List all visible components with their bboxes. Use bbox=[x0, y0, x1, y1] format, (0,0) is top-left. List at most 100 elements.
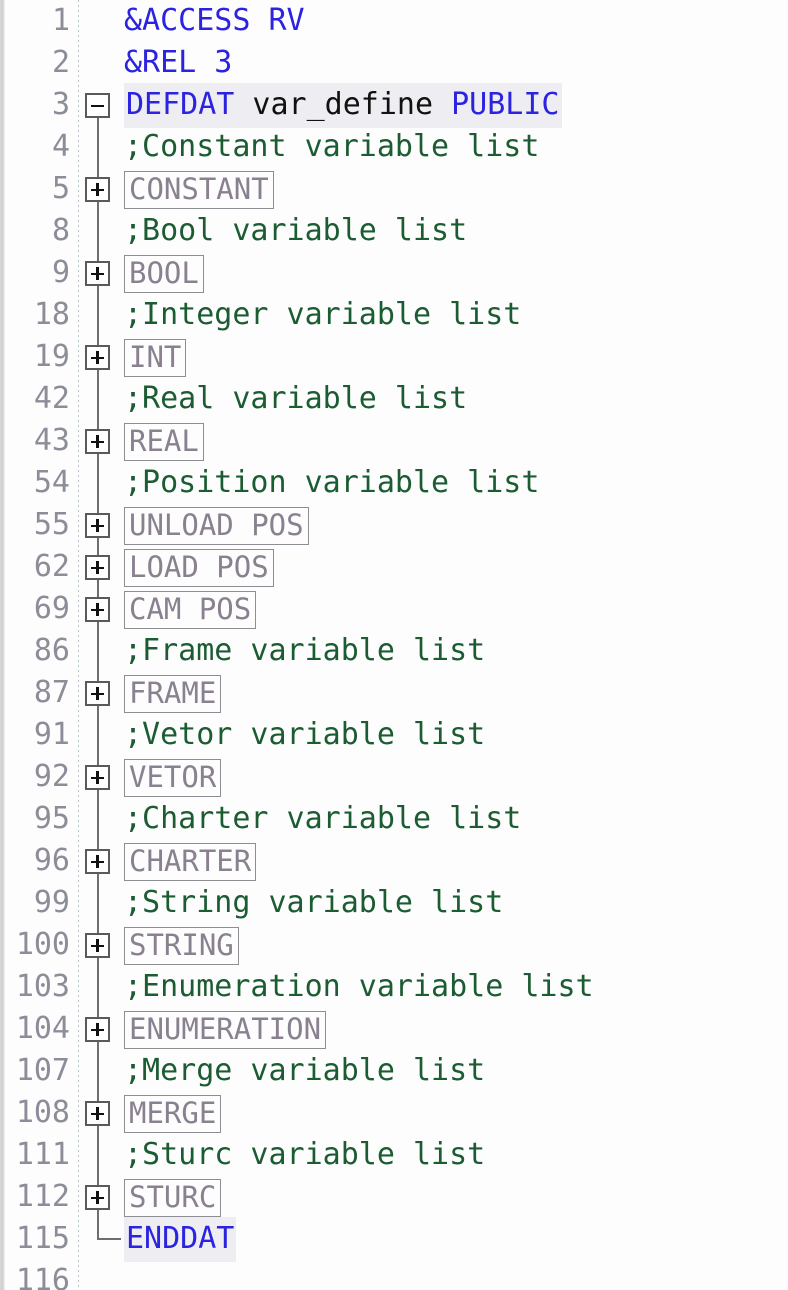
fold-expand-icon[interactable] bbox=[85, 597, 110, 622]
code-line-content[interactable]: MERGE bbox=[124, 1092, 788, 1134]
fold-expand-icon[interactable] bbox=[85, 681, 110, 706]
collapsed-region-label[interactable]: STURC bbox=[124, 1178, 222, 1217]
code-line[interactable]: 55 UNLOAD POS bbox=[0, 504, 788, 546]
code-line[interactable]: 96 CHARTER bbox=[0, 840, 788, 882]
code-line-content[interactable] bbox=[124, 1260, 788, 1290]
code-line[interactable]: 1 &ACCESS RV bbox=[0, 0, 788, 42]
code-line[interactable]: 91 ;Vetor variable list bbox=[0, 714, 788, 756]
code-line[interactable]: 92 VETOR bbox=[0, 756, 788, 798]
code-line-content[interactable]: ;Position variable list bbox=[124, 462, 788, 504]
line-number: 1 bbox=[51, 3, 70, 38]
collapsed-region-label[interactable]: FRAME bbox=[124, 674, 222, 713]
collapsed-region-label[interactable]: BOOL bbox=[124, 254, 204, 293]
collapsed-region-label[interactable]: CHARTER bbox=[124, 842, 257, 881]
code-line-content[interactable]: REAL bbox=[124, 420, 788, 462]
code-editor[interactable]: 1 &ACCESS RV 2 &REL 3 3 DEFDAT var_define PUB… bbox=[0, 0, 788, 1290]
fold-guide-elbow bbox=[97, 1238, 121, 1240]
code-line-content[interactable]: UNLOAD POS bbox=[124, 504, 788, 546]
code-line-content[interactable]: ;Enumeration variable list bbox=[124, 966, 788, 1008]
collapsed-region-label[interactable]: INT bbox=[124, 338, 187, 377]
code-line[interactable]: 107 ;Merge variable list bbox=[0, 1050, 788, 1092]
code-line[interactable]: 103 ;Enumeration variable list bbox=[0, 966, 788, 1008]
collapsed-region-label[interactable]: UNLOAD POS bbox=[124, 506, 309, 545]
code-line[interactable]: 115 ENDDAT bbox=[0, 1216, 788, 1262]
collapsed-region-label[interactable]: CONSTANT bbox=[124, 170, 274, 209]
code-line[interactable]: 116 bbox=[0, 1260, 788, 1290]
code-line[interactable]: 100 STRING bbox=[0, 924, 788, 966]
collapsed-region-label[interactable]: STRING bbox=[124, 926, 239, 965]
line-number: 2 bbox=[51, 45, 70, 80]
code-line-content[interactable]: &REL 3 bbox=[124, 42, 788, 84]
code-line[interactable]: 5 CONSTANT bbox=[0, 168, 788, 210]
code-line[interactable]: 108 MERGE bbox=[0, 1092, 788, 1134]
code-line-content[interactable]: ENUMERATION bbox=[124, 1008, 788, 1050]
collapsed-region-label[interactable]: MERGE bbox=[124, 1094, 222, 1133]
code-line[interactable]: 3 DEFDAT var_define PUBLIC bbox=[0, 82, 788, 128]
code-line-content[interactable]: &ACCESS RV bbox=[124, 0, 788, 42]
statement: ;Merge variable list bbox=[124, 1050, 485, 1092]
code-line[interactable]: 9 BOOL bbox=[0, 252, 788, 294]
code-line-content[interactable]: ;Sturc variable list bbox=[124, 1134, 788, 1176]
code-line-content[interactable]: ;Vetor variable list bbox=[124, 714, 788, 756]
fold-expand-icon[interactable] bbox=[85, 765, 110, 790]
collapsed-region-label[interactable]: ENUMERATION bbox=[124, 1010, 327, 1049]
code-line-content[interactable]: VETOR bbox=[124, 756, 788, 798]
fold-expand-icon[interactable] bbox=[85, 849, 110, 874]
code-line-content[interactable]: CONSTANT bbox=[124, 168, 788, 210]
fold-expand-icon[interactable] bbox=[85, 933, 110, 958]
collapsed-region-label[interactable]: CAM POS bbox=[124, 590, 257, 629]
code-line[interactable]: 4 ;Constant variable list bbox=[0, 126, 788, 168]
code-line-content[interactable]: ;Real variable list bbox=[124, 378, 788, 420]
fold-expand-icon[interactable] bbox=[85, 177, 110, 202]
code-line[interactable]: 42 ;Real variable list bbox=[0, 378, 788, 420]
token-comment: ;Real variable list bbox=[124, 381, 468, 416]
code-line[interactable]: 95 ;Charter variable list bbox=[0, 798, 788, 840]
code-line[interactable]: 86 ;Frame variable list bbox=[0, 630, 788, 672]
fold-collapse-icon[interactable] bbox=[85, 93, 110, 118]
code-line-content[interactable]: ;Integer variable list bbox=[124, 294, 788, 336]
code-line[interactable]: 111 ;Sturc variable list bbox=[0, 1134, 788, 1176]
code-line[interactable]: 112 STURC bbox=[0, 1176, 788, 1218]
code-line[interactable]: 43 REAL bbox=[0, 420, 788, 462]
code-line-content[interactable]: BOOL bbox=[124, 252, 788, 294]
code-line[interactable]: 99 ;String variable list bbox=[0, 882, 788, 924]
fold-expand-icon[interactable] bbox=[85, 429, 110, 454]
fold-expand-icon[interactable] bbox=[85, 1185, 110, 1210]
line-number: 19 bbox=[33, 339, 70, 374]
code-line[interactable]: 104 ENUMERATION bbox=[0, 1008, 788, 1050]
code-line-content[interactable]: ;Charter variable list bbox=[124, 798, 788, 840]
code-line[interactable]: 62 LOAD POS bbox=[0, 546, 788, 588]
collapsed-region-label[interactable]: LOAD POS bbox=[124, 548, 274, 587]
code-line-content[interactable]: ;Frame variable list bbox=[124, 630, 788, 672]
code-line-content[interactable]: INT bbox=[124, 336, 788, 378]
fold-expand-icon[interactable] bbox=[85, 261, 110, 286]
fold-expand-icon[interactable] bbox=[85, 513, 110, 538]
code-line-content[interactable]: STRING bbox=[124, 924, 788, 966]
code-line-content[interactable]: DEFDAT var_define PUBLIC bbox=[124, 82, 788, 128]
code-line[interactable]: 87 FRAME bbox=[0, 672, 788, 714]
collapsed-region-label[interactable]: REAL bbox=[124, 422, 204, 461]
fold-expand-icon[interactable] bbox=[85, 555, 110, 580]
code-line-content[interactable]: LOAD POS bbox=[124, 546, 788, 588]
code-line-content[interactable]: CAM POS bbox=[124, 588, 788, 630]
code-line-content[interactable]: ENDDAT bbox=[124, 1216, 788, 1262]
statement: ;Charter variable list bbox=[124, 798, 521, 840]
code-line-content[interactable]: ;String variable list bbox=[124, 882, 788, 924]
code-line[interactable]: 2 &REL 3 bbox=[0, 42, 788, 84]
code-line-content[interactable]: STURC bbox=[124, 1176, 788, 1218]
code-line[interactable]: 8 ;Bool variable list bbox=[0, 210, 788, 252]
code-line[interactable]: 18 ;Integer variable list bbox=[0, 294, 788, 336]
code-line-content[interactable]: CHARTER bbox=[124, 840, 788, 882]
code-line-content[interactable]: ;Bool variable list bbox=[124, 210, 788, 252]
code-line[interactable]: 54 ;Position variable list bbox=[0, 462, 788, 504]
code-line-content[interactable]: ;Merge variable list bbox=[124, 1050, 788, 1092]
line-number: 42 bbox=[33, 381, 70, 416]
code-line-content[interactable]: ;Constant variable list bbox=[124, 126, 788, 168]
collapsed-region-label[interactable]: VETOR bbox=[124, 758, 222, 797]
code-line[interactable]: 69 CAM POS bbox=[0, 588, 788, 630]
fold-expand-icon[interactable] bbox=[85, 345, 110, 370]
fold-expand-icon[interactable] bbox=[85, 1101, 110, 1126]
code-line[interactable]: 19 INT bbox=[0, 336, 788, 378]
code-line-content[interactable]: FRAME bbox=[124, 672, 788, 714]
fold-expand-icon[interactable] bbox=[85, 1017, 110, 1042]
